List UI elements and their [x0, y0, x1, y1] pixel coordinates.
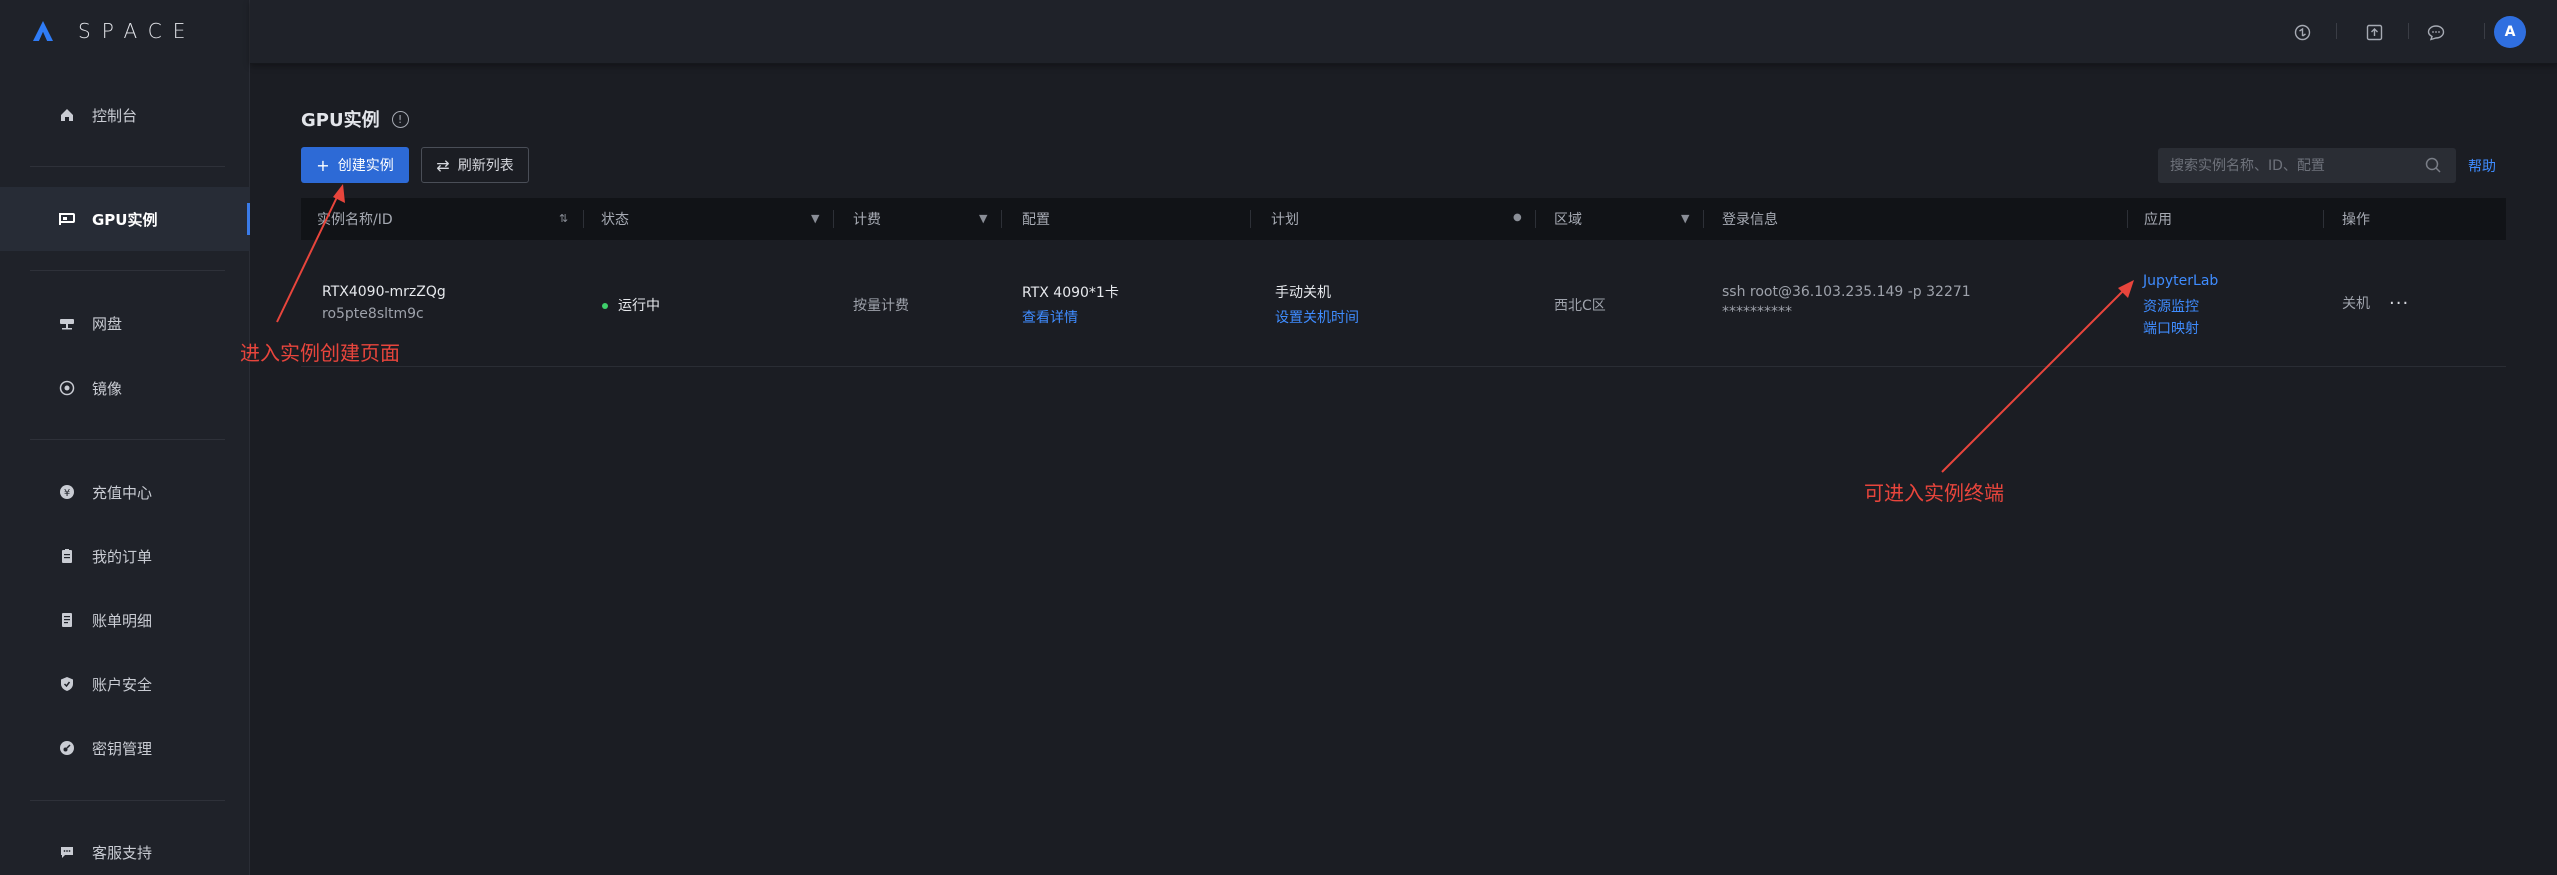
annotation-terminal: 可进入实例终端	[1864, 481, 2004, 505]
annotation-arrow-create	[276, 184, 345, 323]
annotation-create: 进入实例创建页面	[240, 341, 400, 365]
annotation-arrow-terminal	[1941, 280, 2134, 473]
annotation-arrows	[276, 184, 2134, 473]
